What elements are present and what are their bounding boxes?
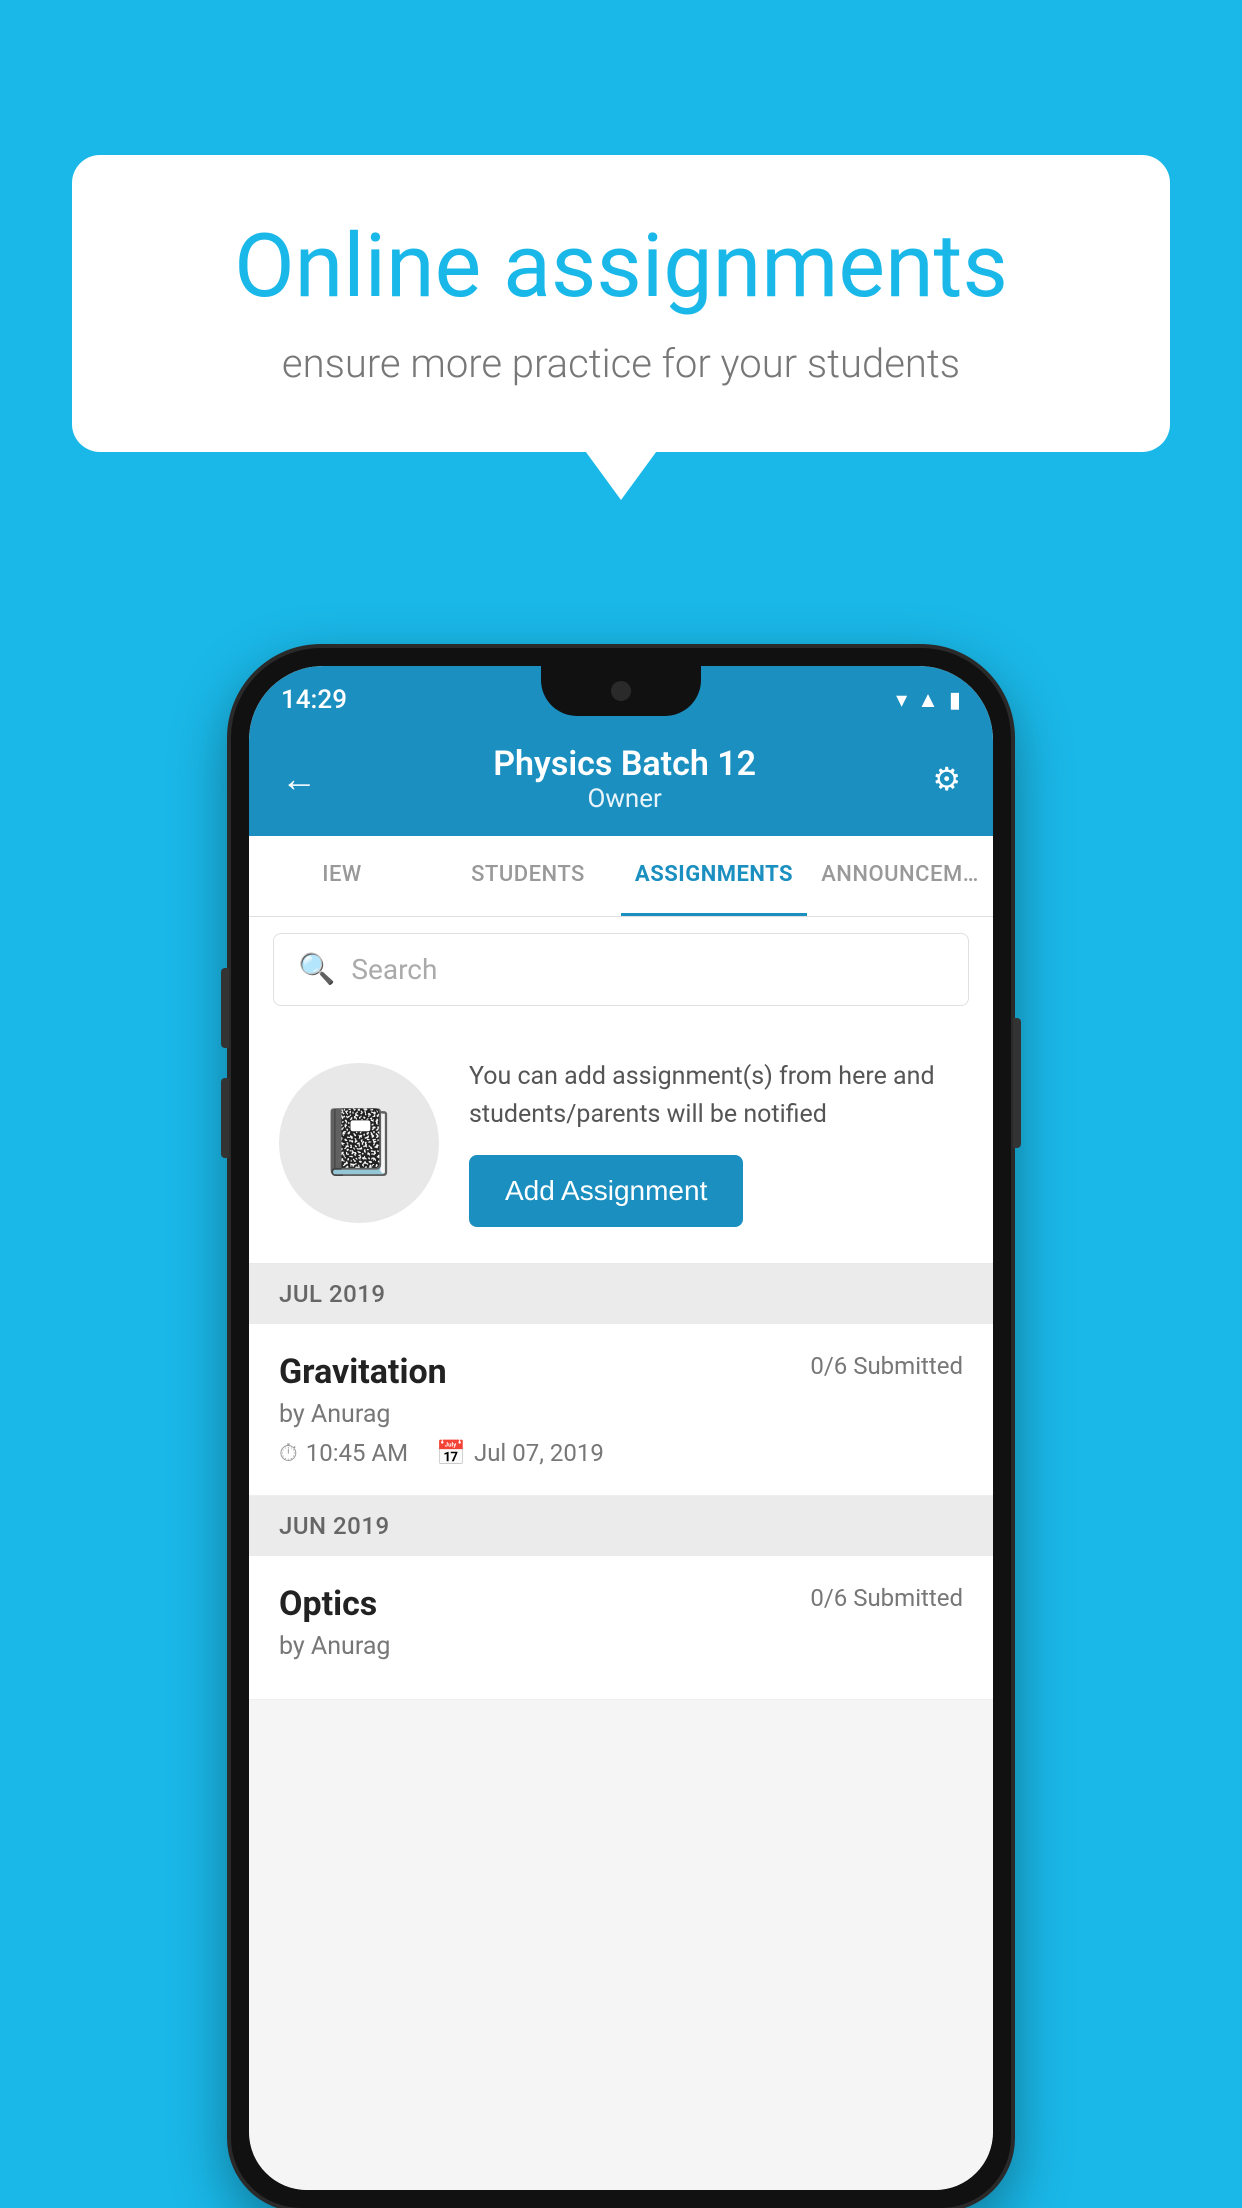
app-header: ← Physics Batch 12 Owner ⚙: [249, 726, 993, 836]
battery-icon: ▮: [949, 688, 961, 713]
signal-icon: ▲: [917, 687, 939, 713]
assignment-submitted-optics: 0/6 Submitted: [810, 1584, 963, 1612]
assignment-top: Gravitation 0/6 Submitted: [279, 1352, 963, 1392]
section-header-jul: JUL 2019: [249, 1264, 993, 1324]
header-title-block: Physics Batch 12 Owner: [317, 744, 932, 814]
promo-content: You can add assignment(s) from here and …: [469, 1058, 963, 1227]
tab-announcements[interactable]: ANNOUNCEM…: [807, 836, 993, 916]
assignment-title-gravitation: Gravitation: [279, 1352, 447, 1392]
assignment-title-optics: Optics: [279, 1584, 377, 1624]
tab-iew[interactable]: IEW: [249, 836, 435, 916]
assignment-time-gravitation: ⏱ 10:45 AM: [279, 1439, 408, 1467]
tab-students[interactable]: STUDENTS: [435, 836, 621, 916]
power-button: [1013, 1018, 1021, 1148]
search-icon: 🔍: [298, 952, 335, 987]
section-header-jun: JUN 2019: [249, 1496, 993, 1556]
notch: [541, 666, 701, 716]
tabs-bar: IEW STUDENTS ASSIGNMENTS ANNOUNCEM…: [249, 836, 993, 917]
tab-assignments[interactable]: ASSIGNMENTS: [621, 836, 807, 916]
batch-title: Physics Batch 12: [317, 744, 932, 784]
search-container: 🔍 Search: [249, 917, 993, 1022]
volume-button-up: [221, 968, 229, 1048]
promo-box: 📓 You can add assignment(s) from here an…: [249, 1022, 993, 1264]
assignment-icon: 📓: [319, 1105, 399, 1180]
back-button[interactable]: ←: [281, 758, 317, 800]
phone-screen: 14:29 ▾ ▲ ▮ ← Physics Batch 12 Owner ⚙ I…: [249, 666, 993, 2190]
speech-bubble-title: Online assignments: [142, 215, 1100, 318]
volume-button-down: [221, 1078, 229, 1158]
assignment-date-gravitation: 📅 Jul 07, 2019: [436, 1439, 604, 1467]
add-assignment-button[interactable]: Add Assignment: [469, 1155, 743, 1227]
promo-description: You can add assignment(s) from here and …: [469, 1058, 963, 1133]
promo-icon-circle: 📓: [279, 1063, 439, 1223]
assignment-item-gravitation[interactable]: Gravitation 0/6 Submitted by Anurag ⏱ 10…: [249, 1324, 993, 1496]
assignment-submitted-gravitation: 0/6 Submitted: [810, 1352, 963, 1380]
assignment-top-optics: Optics 0/6 Submitted: [279, 1584, 963, 1624]
batch-subtitle: Owner: [317, 784, 932, 814]
assignment-date-value: Jul 07, 2019: [474, 1439, 604, 1467]
calendar-icon: 📅: [436, 1439, 466, 1467]
assignment-by-optics: by Anurag: [279, 1632, 963, 1661]
phone-frame: 14:29 ▾ ▲ ▮ ← Physics Batch 12 Owner ⚙ I…: [231, 648, 1011, 2208]
content-area: 🔍 Search 📓 You can add assignment(s) fro…: [249, 917, 993, 2190]
assignment-time-value: 10:45 AM: [306, 1439, 408, 1467]
status-icons: ▾ ▲ ▮: [896, 687, 961, 713]
settings-button[interactable]: ⚙: [932, 760, 961, 798]
wifi-icon: ▾: [896, 688, 907, 713]
camera: [611, 681, 631, 701]
search-bar[interactable]: 🔍 Search: [273, 933, 969, 1006]
status-time: 14:29: [281, 685, 347, 715]
assignment-item-optics[interactable]: Optics 0/6 Submitted by Anurag: [249, 1556, 993, 1700]
speech-bubble-subtitle: ensure more practice for your students: [142, 340, 1100, 387]
assignment-by-gravitation: by Anurag: [279, 1400, 963, 1429]
assignment-meta-gravitation: ⏱ 10:45 AM 📅 Jul 07, 2019: [279, 1439, 963, 1467]
speech-bubble: Online assignments ensure more practice …: [72, 155, 1170, 452]
search-placeholder: Search: [351, 953, 437, 986]
clock-icon: ⏱: [279, 1439, 298, 1467]
speech-bubble-container: Online assignments ensure more practice …: [72, 155, 1170, 452]
